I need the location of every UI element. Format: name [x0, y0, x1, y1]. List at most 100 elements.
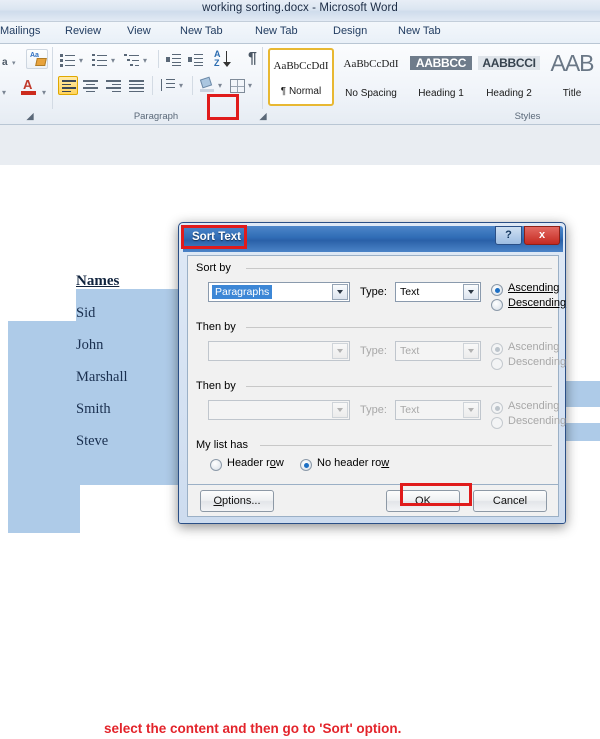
ribbon-tab-3[interactable]: New Tab — [180, 25, 223, 37]
document-name-2: Marshall — [76, 369, 128, 385]
shading-chevron-icon[interactable]: ▾ — [218, 81, 222, 90]
then-by-2-ascending-label: Ascending — [508, 400, 560, 412]
then-by-2-ascending-radio — [491, 402, 503, 414]
paragraph-group-dialog-launcher[interactable]: ◢ — [250, 111, 276, 122]
dialog-body: Sort by Paragraphs Type: Text Ascending … — [187, 255, 566, 485]
then-by-2-descending-radio — [491, 417, 503, 429]
multilevel-list-icon[interactable] — [124, 53, 139, 66]
then-by-1-type-combo[interactable]: Text — [395, 341, 481, 361]
then-by-1-descending-radio — [491, 358, 503, 370]
change-case-icon[interactable]: a ▾ — [2, 52, 16, 70]
line-spacing-icon[interactable] — [160, 78, 175, 91]
sort-button[interactable]: A Z — [213, 50, 235, 70]
ribbon-tab-5[interactable]: Design — [333, 25, 367, 37]
help-icon[interactable]: ? — [495, 226, 522, 245]
sort-text-dialog[interactable]: Sort Text ? x Sort by Paragraphs Type: T… — [178, 222, 566, 524]
text-highlight-icon[interactable]: ▾ — [2, 82, 6, 100]
ribbon-tab-2[interactable]: View — [127, 25, 151, 37]
line-spacing-chevron-icon[interactable]: ▾ — [179, 81, 183, 90]
sort-by-type-label: Type: — [360, 286, 387, 298]
style-normal-preview: AaBbCcDdI — [273, 60, 329, 72]
align-left-button[interactable] — [58, 76, 78, 95]
numbering-chevron-icon[interactable]: ▾ — [111, 56, 115, 65]
cancel-button[interactable]: Cancel — [473, 490, 547, 512]
bullets-icon[interactable] — [60, 53, 75, 67]
document-name-0: Sid — [76, 305, 96, 321]
align-center-button[interactable] — [82, 78, 100, 94]
font-color-chevron-icon[interactable]: ▾ — [42, 82, 46, 100]
style-normal-label: ¶ Normal — [280, 86, 322, 97]
ribbon-tab-4[interactable]: New Tab — [255, 25, 298, 37]
options-button[interactable]: Options... — [200, 490, 274, 512]
no-header-row-label: No header row — [317, 457, 390, 469]
numbering-icon[interactable] — [92, 53, 107, 66]
header-row-label: Header row — [227, 457, 284, 469]
then-by-1-type-label: Type: — [360, 345, 387, 357]
instruction-caption: select the content and then go to 'Sort'… — [104, 721, 402, 736]
no-header-row-radio[interactable] — [300, 459, 312, 471]
sort-by-field-combo[interactable]: Paragraphs — [208, 282, 350, 302]
then-by-2-label: Then by — [196, 380, 236, 392]
sort-by-label: Sort by — [196, 262, 231, 274]
window-title-bar: working sorting.docx - Microsoft Word — [0, 0, 600, 22]
show-formatting-marks-icon[interactable]: ¶ — [248, 50, 257, 68]
then-by-2-field-combo[interactable] — [208, 400, 350, 420]
chevron-down-icon[interactable] — [463, 402, 479, 418]
chevron-down-icon[interactable] — [332, 343, 348, 359]
then-by-1-ascending-radio — [491, 343, 503, 355]
style-heading-2-label: Heading 2 — [486, 88, 532, 99]
section-divider — [246, 268, 552, 269]
sort-by-type-combo[interactable]: Text — [395, 282, 481, 302]
ribbon-tab-6[interactable]: New Tab — [398, 25, 441, 37]
ok-button-highlight — [400, 483, 472, 506]
chevron-down-icon[interactable] — [463, 284, 479, 300]
align-right-button[interactable] — [105, 78, 123, 94]
then-by-2-type-value: Text — [400, 404, 420, 416]
sort-button-highlight — [207, 94, 239, 120]
style-heading-1[interactable]: AABBCC Heading 1 — [408, 48, 474, 106]
font-group-dialog-launcher[interactable]: ◢ — [8, 111, 52, 122]
font-color-icon[interactable]: A — [20, 78, 38, 98]
chevron-down-icon[interactable] — [332, 284, 348, 300]
sort-by-ascending-radio[interactable] — [491, 284, 503, 296]
sort-by-descending-radio[interactable] — [491, 299, 503, 311]
ribbon-tab-0[interactable]: Mailings — [0, 25, 40, 37]
style-no-spacing-preview: AaBbCcDdI — [343, 58, 399, 70]
then-by-2-type-combo[interactable]: Text — [395, 400, 481, 420]
close-icon[interactable]: x — [524, 226, 560, 245]
document-name-1: John — [76, 337, 104, 353]
bullets-chevron-icon[interactable]: ▾ — [79, 56, 83, 65]
style-heading-2-preview: AABBCCI — [478, 56, 540, 70]
chevron-down-icon[interactable] — [332, 402, 348, 418]
group-divider — [158, 50, 159, 68]
clear-formatting-icon[interactable]: Aa — [26, 49, 48, 69]
header-row-radio[interactable] — [210, 459, 222, 471]
chevron-down-icon[interactable] — [463, 343, 479, 359]
justify-button[interactable] — [128, 78, 146, 94]
sort-by-type-value: Text — [400, 286, 420, 298]
then-by-1-label: Then by — [196, 321, 236, 333]
then-by-1-field-combo[interactable] — [208, 341, 350, 361]
ribbon: a ▾ Aa ▾ A ▾ ◢ ▾ ▾ ▾ A Z ¶ ▾ ▾ ▾ ◢ AaBbC… — [0, 44, 600, 125]
borders-chevron-icon[interactable]: ▾ — [248, 81, 252, 90]
increase-indent-icon[interactable] — [188, 53, 203, 66]
ribbon-tab-1[interactable]: Review — [65, 25, 101, 37]
ribbon-group-label-styles: Styles — [514, 111, 541, 122]
borders-icon[interactable] — [230, 79, 245, 93]
section-divider — [246, 386, 552, 387]
style-normal[interactable]: AaBbCcDdI ¶ Normal — [268, 48, 334, 106]
style-heading-2[interactable]: AABBCCI Heading 2 — [476, 48, 542, 106]
style-no-spacing[interactable]: AaBbCcDdI No Spacing — [338, 48, 404, 106]
shading-icon[interactable] — [199, 76, 216, 94]
ruler-band: 123456 — [0, 125, 600, 271]
my-list-has-label: My list has — [196, 439, 248, 451]
section-divider — [260, 445, 552, 446]
style-heading-1-preview: AABBCC — [410, 56, 472, 70]
then-by-1-type-value: Text — [400, 345, 420, 357]
then-by-2-type-label: Type: — [360, 404, 387, 416]
style-title[interactable]: AAB Title — [544, 48, 600, 106]
style-heading-1-label: Heading 1 — [418, 88, 464, 99]
multilevel-list-chevron-icon[interactable]: ▾ — [143, 56, 147, 65]
decrease-indent-icon[interactable] — [166, 53, 181, 66]
text-selection-block — [566, 423, 600, 441]
